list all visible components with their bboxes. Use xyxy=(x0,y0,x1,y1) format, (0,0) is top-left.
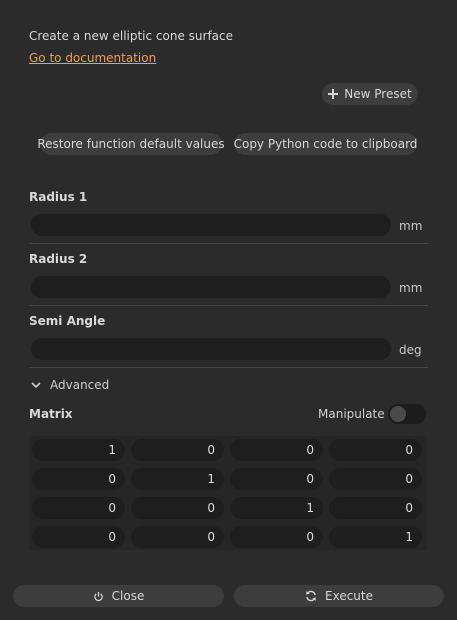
radius2-unit: mm xyxy=(399,281,423,295)
radius2-label: Radius 2 xyxy=(29,252,88,266)
elliptic-cone-panel: Create a new elliptic cone surface Go to… xyxy=(0,0,457,620)
chevron-down-icon xyxy=(31,382,41,389)
advanced-label: Advanced xyxy=(50,378,110,392)
matrix-label: Matrix xyxy=(29,407,73,421)
radius2-input[interactable] xyxy=(31,276,391,298)
manipulate-toggle[interactable] xyxy=(388,404,426,424)
semi-angle-input[interactable] xyxy=(31,338,391,360)
matrix-cell[interactable]: 0 xyxy=(230,468,323,490)
radius1-input[interactable] xyxy=(31,214,391,236)
copy-python-button[interactable]: Copy Python code to clipboard xyxy=(234,133,417,155)
matrix-cell[interactable]: 0 xyxy=(32,497,125,519)
new-preset-button[interactable]: New Preset xyxy=(322,83,418,105)
refresh-icon xyxy=(306,590,316,602)
execute-button[interactable]: Execute xyxy=(234,585,444,607)
matrix-cell[interactable]: 0 xyxy=(329,439,422,461)
matrix-cell[interactable]: 0 xyxy=(131,497,224,519)
matrix-cell[interactable]: 1 xyxy=(230,497,323,519)
matrix-cell[interactable]: 0 xyxy=(32,468,125,490)
matrix-cell[interactable]: 0 xyxy=(230,526,323,548)
matrix-cell[interactable]: 0 xyxy=(131,439,224,461)
matrix-cell[interactable]: 0 xyxy=(230,439,323,461)
documentation-link[interactable]: Go to documentation xyxy=(29,51,156,65)
advanced-toggle[interactable]: Advanced xyxy=(30,378,109,392)
power-icon xyxy=(93,591,103,601)
matrix-cell[interactable]: 1 xyxy=(32,439,125,461)
matrix-cell[interactable]: 1 xyxy=(131,468,224,490)
matrix-cell[interactable]: 0 xyxy=(329,468,422,490)
toggle-knob xyxy=(390,406,406,422)
divider xyxy=(29,367,428,368)
manipulate-label: Manipulate xyxy=(318,407,385,421)
divider xyxy=(29,305,428,306)
matrix-cell[interactable]: 0 xyxy=(32,526,125,548)
matrix-cell[interactable]: 0 xyxy=(329,497,422,519)
radius1-unit: mm xyxy=(399,219,423,233)
matrix-cell[interactable]: 1 xyxy=(329,526,422,548)
new-preset-label: New Preset xyxy=(344,87,412,101)
matrix-cell[interactable]: 0 xyxy=(131,526,224,548)
execute-label: Execute xyxy=(325,589,373,603)
radius1-label: Radius 1 xyxy=(29,190,88,204)
semi-angle-label: Semi Angle xyxy=(29,314,106,328)
semi-angle-unit: deg xyxy=(399,343,422,357)
plus-icon xyxy=(328,89,339,99)
close-label: Close xyxy=(111,589,145,603)
matrix-grid: 1 0 0 0 0 1 0 0 0 0 1 0 0 0 0 1 xyxy=(29,436,427,550)
divider xyxy=(29,243,428,244)
restore-defaults-button[interactable]: Restore function default values xyxy=(37,133,225,155)
function-description: Create a new elliptic cone surface xyxy=(29,29,234,43)
close-button[interactable]: Close xyxy=(13,585,224,607)
